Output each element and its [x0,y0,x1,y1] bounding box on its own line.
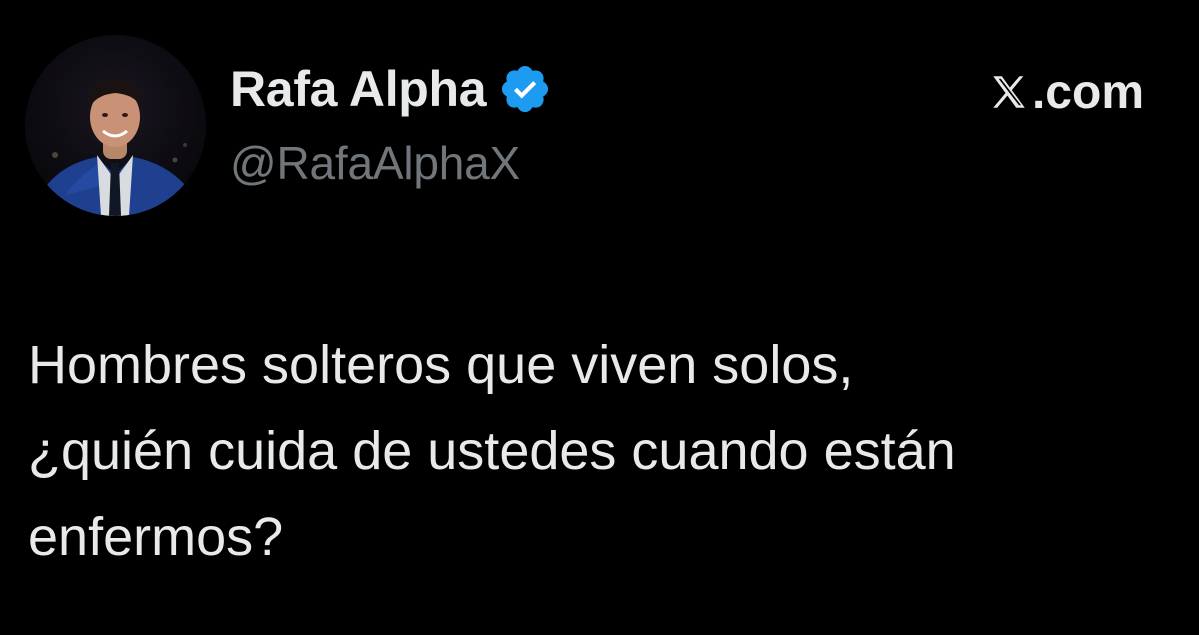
author-name[interactable]: Rafa Alpha [230,60,487,118]
tweet-text: Hombres solteros que viven solos, ¿quién… [28,322,1158,580]
author-avatar[interactable] [25,35,206,216]
author-handle[interactable]: @RafaAlphaX [230,136,520,190]
tweet-line: enfermos? [28,507,284,567]
tweet-line: Hombres solteros que viven solos, [28,335,854,395]
x-logo-icon [988,71,1030,113]
verified-badge-icon [498,62,552,116]
tweet-line: ¿quién cuida de ustedes cuando están [28,421,956,481]
tweet-card: Rafa Alpha @RafaAlphaX .com Hombres solt… [0,0,1199,635]
avatar-photo [25,35,206,216]
site-domain: .com [1031,65,1144,119]
author-name-row: Rafa Alpha [230,58,552,120]
site-brand: .com [988,62,1144,122]
